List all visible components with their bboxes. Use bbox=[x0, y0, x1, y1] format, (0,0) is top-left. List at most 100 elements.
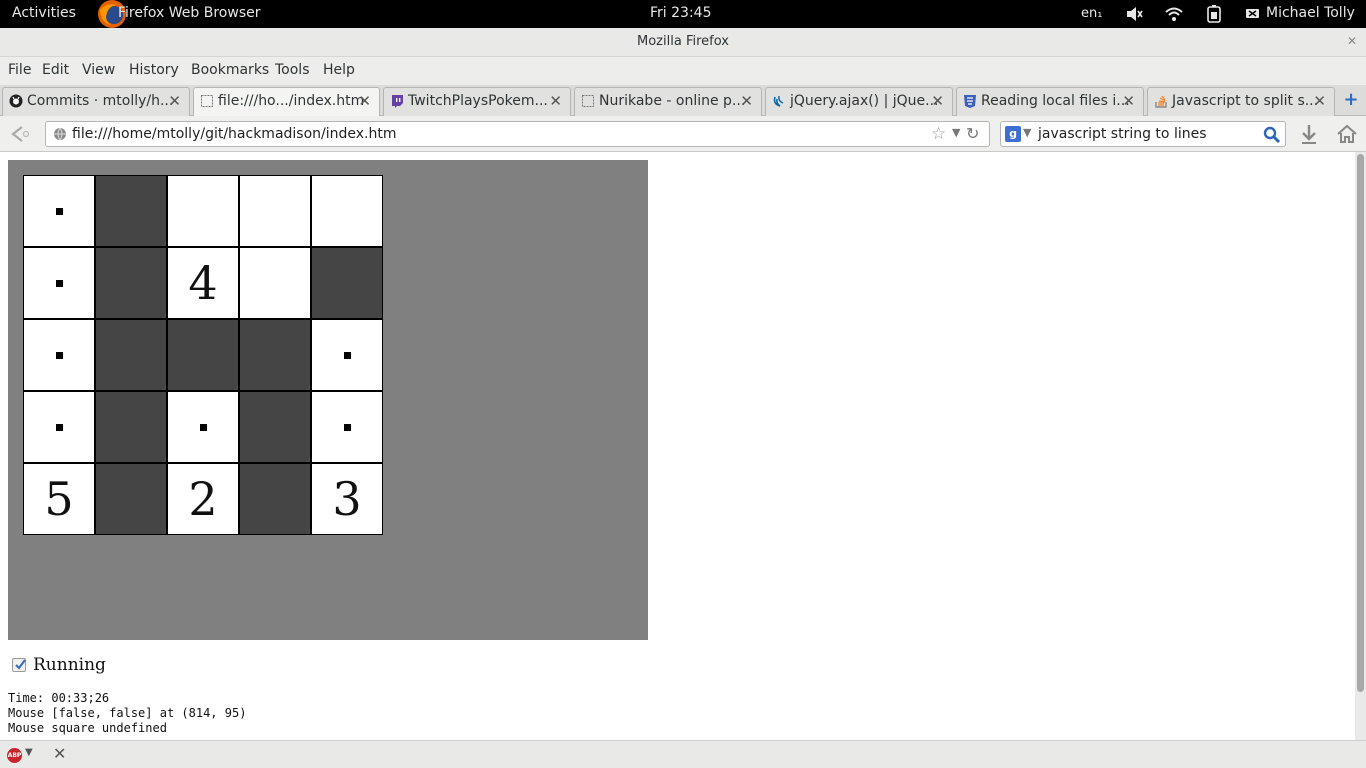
google-icon[interactable]: g bbox=[1005, 126, 1021, 142]
user-status-icon bbox=[1246, 9, 1259, 18]
back-button[interactable] bbox=[6, 122, 32, 146]
adblock-dropdown-icon[interactable]: ▼ bbox=[25, 747, 33, 758]
tab-close-icon[interactable]: ✕ bbox=[168, 92, 181, 110]
reload-icon[interactable]: ↻ bbox=[966, 124, 979, 143]
history-dropdown-icon[interactable]: ▼ bbox=[952, 126, 960, 139]
grid-cell-shaded[interactable] bbox=[95, 175, 167, 247]
menu-tools[interactable]: Tools bbox=[275, 62, 310, 78]
search-input[interactable]: javascript string to lines bbox=[1038, 126, 1207, 142]
new-tab-button[interactable]: + bbox=[1340, 89, 1362, 113]
grid-cell-shaded[interactable] bbox=[95, 391, 167, 463]
menu-history[interactable]: History bbox=[129, 62, 179, 78]
tab-close-icon[interactable]: ✕ bbox=[549, 92, 562, 110]
cell-dot-marker bbox=[56, 424, 63, 431]
tab-commits[interactable]: Commits · mtolly/h... ✕ bbox=[2, 87, 190, 116]
tab-close-icon[interactable]: ✕ bbox=[358, 92, 371, 110]
menu-help[interactable]: Help bbox=[323, 62, 355, 78]
grid-cell-white[interactable] bbox=[167, 391, 239, 463]
grid-cell-shaded[interactable] bbox=[167, 319, 239, 391]
tab-nurikabe[interactable]: Nurikabe - online p... ✕ bbox=[574, 87, 762, 116]
cell-clue-number: 5 bbox=[44, 472, 74, 526]
app-menu-button[interactable]: Firefox Web Browser bbox=[118, 5, 261, 21]
grid-cell-shaded[interactable] bbox=[95, 463, 167, 535]
cell-dot-marker bbox=[344, 424, 351, 431]
downloads-icon[interactable] bbox=[1298, 123, 1320, 145]
running-label: Running bbox=[33, 655, 106, 675]
close-icon: ✕ bbox=[1346, 34, 1358, 48]
grid-cell-white[interactable]: 5 bbox=[23, 463, 95, 535]
grid-cell-white[interactable] bbox=[23, 247, 95, 319]
url-bar[interactable]: file:///home/mtolly/git/hackmadison/inde… bbox=[45, 121, 990, 147]
grid-cell-white[interactable] bbox=[23, 391, 95, 463]
url-text[interactable]: file:///home/mtolly/git/hackmadison/inde… bbox=[72, 126, 397, 142]
grid-cell-white[interactable] bbox=[311, 175, 383, 247]
menu-edit[interactable]: Edit bbox=[42, 62, 69, 78]
menu-bookmarks[interactable]: Bookmarks bbox=[191, 62, 269, 78]
nurikabe-grid: 4 5 2 3 bbox=[23, 175, 383, 535]
debug-mouse: Mouse [false, false] at (814, 95) bbox=[8, 706, 247, 720]
jquery-icon bbox=[773, 95, 784, 107]
tab-twitchplayspokemon[interactable]: TwitchPlaysPokem... ✕ bbox=[383, 87, 571, 116]
grid-cell-white[interactable] bbox=[23, 319, 95, 391]
grid-cell-shaded[interactable] bbox=[239, 463, 311, 535]
window-close-button[interactable]: ✕ bbox=[1342, 31, 1362, 51]
grid-cell-shaded[interactable] bbox=[239, 391, 311, 463]
clock[interactable]: Fri 23:45 bbox=[650, 5, 711, 21]
html5-icon bbox=[964, 95, 976, 108]
tab-javascript-split[interactable]: Javascript to split s... ✕ bbox=[1147, 87, 1335, 116]
menu-view[interactable]: View bbox=[82, 62, 115, 78]
grid-cell-white[interactable] bbox=[311, 391, 383, 463]
grid-cell-shaded[interactable] bbox=[311, 247, 383, 319]
search-engine-dropdown-icon[interactable]: ▼ bbox=[1023, 126, 1031, 139]
grid-cell-white[interactable]: 2 bbox=[167, 463, 239, 535]
github-icon bbox=[9, 94, 23, 108]
grid-cell-white[interactable] bbox=[167, 175, 239, 247]
tab-reading-local-files[interactable]: Reading local files i... ✕ bbox=[956, 87, 1144, 116]
tab-label: jQuery.ajax() | jQue... bbox=[790, 93, 939, 109]
cell-clue-number: 2 bbox=[188, 472, 218, 526]
tab-close-icon[interactable]: ✕ bbox=[1122, 92, 1135, 110]
cell-clue-number: 3 bbox=[332, 472, 362, 526]
gnome-top-bar: Activities Firefox Web Browser Fri 23:45… bbox=[0, 0, 1366, 28]
user-menu[interactable]: Michael Tolly bbox=[1266, 5, 1355, 21]
addon-bar: ABP ▼ ✕ bbox=[0, 740, 1366, 768]
cell-clue-number: 4 bbox=[188, 256, 218, 310]
cell-dot-marker bbox=[56, 208, 63, 215]
volume-muted-icon[interactable] bbox=[1124, 4, 1144, 24]
menu-bar: File Edit View History Bookmarks Tools H… bbox=[0, 57, 1366, 85]
grid-cell-white[interactable]: 3 bbox=[311, 463, 383, 535]
cell-dot-marker bbox=[56, 352, 63, 359]
tab-label: Reading local files i... bbox=[981, 93, 1130, 109]
search-bar[interactable]: g ▼ javascript string to lines bbox=[1000, 121, 1286, 147]
battery-icon[interactable] bbox=[1204, 4, 1224, 24]
grid-cell-white[interactable] bbox=[23, 175, 95, 247]
tab-label: file:///ho.../index.htm bbox=[218, 93, 365, 109]
grid-cell-shaded[interactable] bbox=[95, 319, 167, 391]
search-icon[interactable] bbox=[1263, 126, 1281, 144]
tab-index-htm[interactable]: file:///ho.../index.htm ✕ bbox=[193, 87, 380, 116]
home-icon[interactable] bbox=[1335, 122, 1359, 146]
grid-cell-shaded[interactable] bbox=[95, 247, 167, 319]
bookmark-star-icon[interactable]: ☆ bbox=[931, 124, 946, 144]
grid-cell-white[interactable] bbox=[239, 247, 311, 319]
vertical-scrollbar[interactable] bbox=[1355, 152, 1366, 740]
running-checkbox[interactable] bbox=[12, 658, 26, 672]
activities-button[interactable]: Activities bbox=[12, 5, 76, 21]
scrollbar-thumb[interactable] bbox=[1357, 154, 1364, 692]
grid-cell-white[interactable] bbox=[311, 319, 383, 391]
tab-jquery-ajax[interactable]: jQuery.ajax() | jQue... ✕ bbox=[765, 87, 953, 116]
adblock-plus-icon[interactable]: ABP bbox=[7, 748, 22, 763]
grid-cell-white[interactable]: 4 bbox=[167, 247, 239, 319]
wifi-icon[interactable] bbox=[1164, 4, 1184, 24]
menu-file[interactable]: File bbox=[8, 62, 31, 78]
game-canvas[interactable]: 4 5 2 3 bbox=[8, 160, 648, 640]
tab-label: TwitchPlaysPokem... bbox=[408, 93, 548, 109]
grid-cell-shaded[interactable] bbox=[239, 319, 311, 391]
keyboard-layout-indicator[interactable]: en₁ bbox=[1081, 6, 1102, 21]
tab-close-icon[interactable]: ✕ bbox=[1313, 92, 1326, 110]
grid-cell-white[interactable] bbox=[239, 175, 311, 247]
close-addon-bar-icon[interactable]: ✕ bbox=[53, 744, 66, 763]
tab-label: Javascript to split s... bbox=[1172, 93, 1319, 109]
tab-close-icon[interactable]: ✕ bbox=[931, 92, 944, 110]
tab-close-icon[interactable]: ✕ bbox=[740, 92, 753, 110]
